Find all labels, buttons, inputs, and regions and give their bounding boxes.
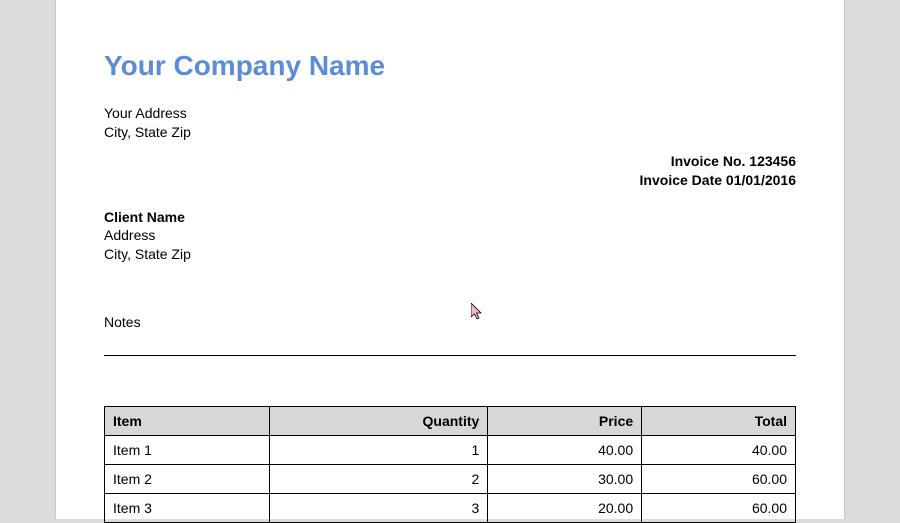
- invoice-page: Your Company Name Your Address City, Sta…: [55, 0, 845, 519]
- cell-total: 60.00: [642, 494, 796, 523]
- table-row: Item 2 2 30.00 60.00: [105, 465, 796, 494]
- client-block: Client Name Address City, State Zip: [104, 208, 796, 265]
- invoice-date-line: Invoice Date 01/01/2016: [104, 171, 796, 190]
- table-row: Item 1 1 40.00 40.00: [105, 436, 796, 465]
- invoice-date: 01/01/2016: [726, 172, 796, 188]
- company-address-line1: Your Address: [104, 104, 796, 123]
- notes-label: Notes: [104, 314, 796, 356]
- client-address-line2: City, State Zip: [104, 245, 796, 264]
- table-row: Item 3 3 20.00 60.00: [105, 494, 796, 523]
- cell-price: 40.00: [488, 436, 642, 465]
- invoice-number-line: Invoice No. 123456: [104, 152, 796, 171]
- client-address-line1: Address: [104, 226, 796, 245]
- invoice-meta: Invoice No. 123456 Invoice Date 01/01/20…: [104, 152, 796, 190]
- cell-total: 40.00: [642, 436, 796, 465]
- invoice-date-label: Invoice Date: [640, 172, 722, 188]
- client-name: Client Name: [104, 208, 796, 227]
- header-total: Total: [642, 407, 796, 436]
- cell-item: Item 2: [105, 465, 270, 494]
- cell-quantity: 1: [270, 436, 488, 465]
- cell-item: Item 1: [105, 436, 270, 465]
- company-address: Your Address City, State Zip: [104, 104, 796, 142]
- cell-quantity: 3: [270, 494, 488, 523]
- company-name: Your Company Name: [104, 50, 796, 82]
- company-address-line2: City, State Zip: [104, 123, 796, 142]
- header-quantity: Quantity: [270, 407, 488, 436]
- items-header-row: Item Quantity Price Total: [105, 407, 796, 436]
- header-item: Item: [105, 407, 270, 436]
- invoice-number: 123456: [749, 153, 796, 169]
- cell-total: 60.00: [642, 465, 796, 494]
- invoice-number-label: Invoice No.: [671, 153, 746, 169]
- cell-item: Item 3: [105, 494, 270, 523]
- cell-quantity: 2: [270, 465, 488, 494]
- items-table: Item Quantity Price Total Item 1 1 40.00…: [104, 406, 796, 523]
- cell-price: 20.00: [488, 494, 642, 523]
- cell-price: 30.00: [488, 465, 642, 494]
- header-price: Price: [488, 407, 642, 436]
